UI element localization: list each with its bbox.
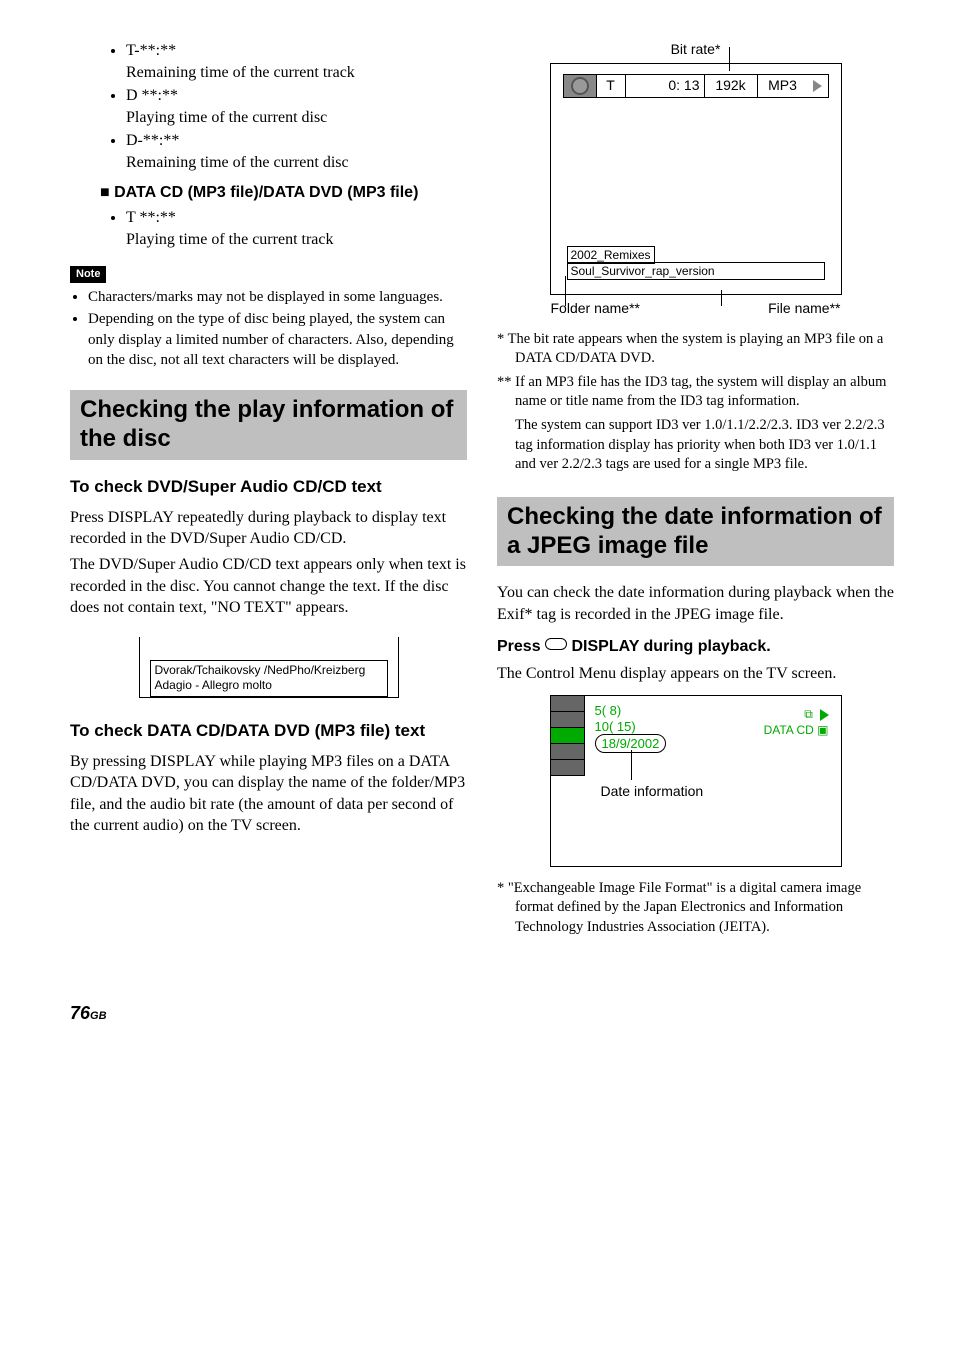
note-label: Note [70, 266, 106, 283]
code: D-**:** [126, 132, 179, 149]
seg-bitrate: 192k [705, 75, 758, 97]
footnote: ** If an MP3 file has the ID3 tag, the s… [497, 373, 894, 412]
section-heading-jpeg-date: Checking the date information of a JPEG … [497, 497, 894, 567]
sub-heading-data-cd-text: To check DATA CD/DATA DVD (MP3 file) tex… [70, 720, 467, 743]
cd-text-line: Adagio - Allegro molto [155, 678, 272, 692]
camera-icon: ▣ [817, 723, 828, 737]
playback-info-diagram: T 0: 13 192k MP3 2002_Remixes Soul_Survi… [550, 63, 842, 295]
page-number: 76 [70, 1003, 90, 1023]
cd-text-line: Dvorak/Tchaikovsky /NedPho/Kreizberg [155, 663, 366, 677]
section-heading-play-info: Checking the play information of the dis… [70, 390, 467, 460]
desc: Playing time of the current track [126, 231, 333, 248]
control-menu-diagram: 5( 8) 10( 15) 18/9/2002 ⧉ DATA CD ▣ Date… [550, 695, 842, 867]
clock-icon [571, 77, 589, 95]
seg-t: T [597, 75, 626, 97]
desc: Remaining time of the current disc [126, 154, 349, 171]
paragraph: Press DISPLAY repeatedly during playback… [70, 507, 467, 550]
display-button-icon [545, 638, 567, 650]
cm-disc-type: DATA CD [764, 723, 814, 737]
bitrate-label: Bit rate* [497, 40, 894, 59]
note-item: Characters/marks may not be displayed in… [88, 287, 467, 307]
cd-text-diagram: Dvorak/Tchaikovsky /NedPho/Kreizberg Ada… [139, 637, 399, 698]
paragraph: The Control Menu display appears on the … [497, 663, 894, 685]
code: D **:** [126, 87, 178, 104]
play-icon [820, 709, 829, 721]
date-info-label: Date information [601, 782, 704, 801]
copy-icon: ⧉ [804, 707, 813, 721]
cm-line: 10( 15) [595, 718, 636, 736]
footnote: * "Exchangeable Image File Format" is a … [497, 879, 894, 938]
code: T **:** [126, 209, 176, 226]
footnote: * The bit rate appears when the system i… [497, 330, 894, 369]
file-name-label: File name** [768, 299, 840, 318]
note-item: Depending on the type of disc being play… [88, 309, 467, 370]
press-prefix: Press [497, 638, 545, 655]
footnote: The system can support ID3 ver 1.0/1.1/2… [497, 416, 894, 475]
seg-format: MP3 [758, 75, 808, 97]
play-icon [813, 80, 822, 92]
desc: Remaining time of the current track [126, 64, 355, 81]
paragraph: You can check the date information durin… [497, 582, 894, 625]
desc: Playing time of the current disc [126, 109, 327, 126]
page-region: GB [90, 1010, 107, 1022]
diagram-file-name: Soul_Survivor_rap_version [567, 262, 825, 280]
paragraph: By pressing DISPLAY while playing MP3 fi… [70, 751, 467, 837]
sub-heading-dvd-text: To check DVD/Super Audio CD/CD text [70, 476, 467, 499]
seg-time: 0: 13 [626, 75, 705, 97]
cm-line: 5( 8) [595, 702, 622, 720]
press-suffix: DISPLAY during playback. [567, 638, 771, 655]
code: T-**:** [126, 42, 176, 59]
heading-data-cd-mp3: DATA CD (MP3 file)/DATA DVD (MP3 file) [100, 182, 467, 204]
paragraph: The DVD/Super Audio CD/CD text appears o… [70, 554, 467, 619]
